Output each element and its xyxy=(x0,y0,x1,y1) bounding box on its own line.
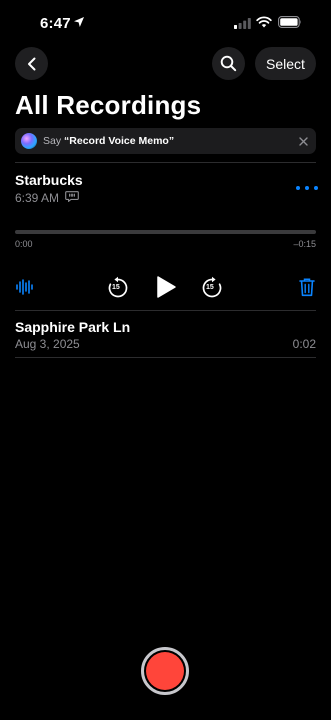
back-button[interactable] xyxy=(15,47,48,80)
recording-title[interactable]: Starbucks xyxy=(15,172,83,188)
page-title: All Recordings xyxy=(15,90,202,120)
elapsed-time: 0:00 xyxy=(15,239,33,249)
recording-date: Aug 3, 2025 xyxy=(15,337,80,351)
recording-duration: 0:02 xyxy=(292,337,316,351)
select-button[interactable]: Select xyxy=(255,47,316,80)
wifi-icon xyxy=(256,16,272,28)
more-button[interactable] xyxy=(296,182,318,194)
transcript-icon[interactable] xyxy=(65,191,79,202)
search-icon xyxy=(220,55,237,72)
siri-close-button[interactable] xyxy=(296,134,310,148)
search-button[interactable] xyxy=(212,47,245,80)
recording-time: 6:39 AM xyxy=(15,191,60,205)
more-dot xyxy=(305,186,309,190)
location-arrow-icon xyxy=(74,17,84,27)
siri-suggestion-text: Say “Record Voice Memo” xyxy=(43,135,174,147)
siri-suggestion-banner[interactable]: Say “Record Voice Memo” xyxy=(15,128,316,154)
skip-forward-seconds: 15 xyxy=(206,284,214,291)
divider xyxy=(15,357,316,358)
close-icon xyxy=(298,136,308,146)
signal-icon xyxy=(234,18,251,29)
skip-back-seconds: 15 xyxy=(112,284,120,291)
skip-back-button[interactable]: 15 xyxy=(106,276,130,300)
divider xyxy=(15,310,316,311)
siri-icon xyxy=(21,133,37,149)
chevron-left-icon xyxy=(27,57,35,70)
siri-suggestion-prefix: Say xyxy=(43,135,62,147)
play-icon xyxy=(157,276,176,298)
status-bar: 6:47 xyxy=(0,0,331,44)
waveform-button[interactable] xyxy=(14,276,36,298)
more-dot xyxy=(296,186,300,190)
record-button[interactable] xyxy=(141,647,189,695)
record-icon xyxy=(146,652,184,690)
play-button[interactable] xyxy=(153,274,179,300)
status-time: 6:47 xyxy=(40,15,71,32)
siri-suggestion-phrase: “Record Voice Memo” xyxy=(64,135,175,147)
battery-icon xyxy=(278,16,301,28)
trash-icon xyxy=(299,278,315,297)
divider xyxy=(15,162,316,163)
playback-scrubber[interactable] xyxy=(15,230,316,234)
waveform-icon xyxy=(16,279,33,295)
more-dot xyxy=(314,186,318,190)
skip-forward-button[interactable]: 15 xyxy=(200,276,224,300)
recording-title[interactable]: Sapphire Park Ln xyxy=(15,319,130,335)
remaining-time: –0:15 xyxy=(293,239,316,249)
delete-button[interactable] xyxy=(296,276,318,298)
